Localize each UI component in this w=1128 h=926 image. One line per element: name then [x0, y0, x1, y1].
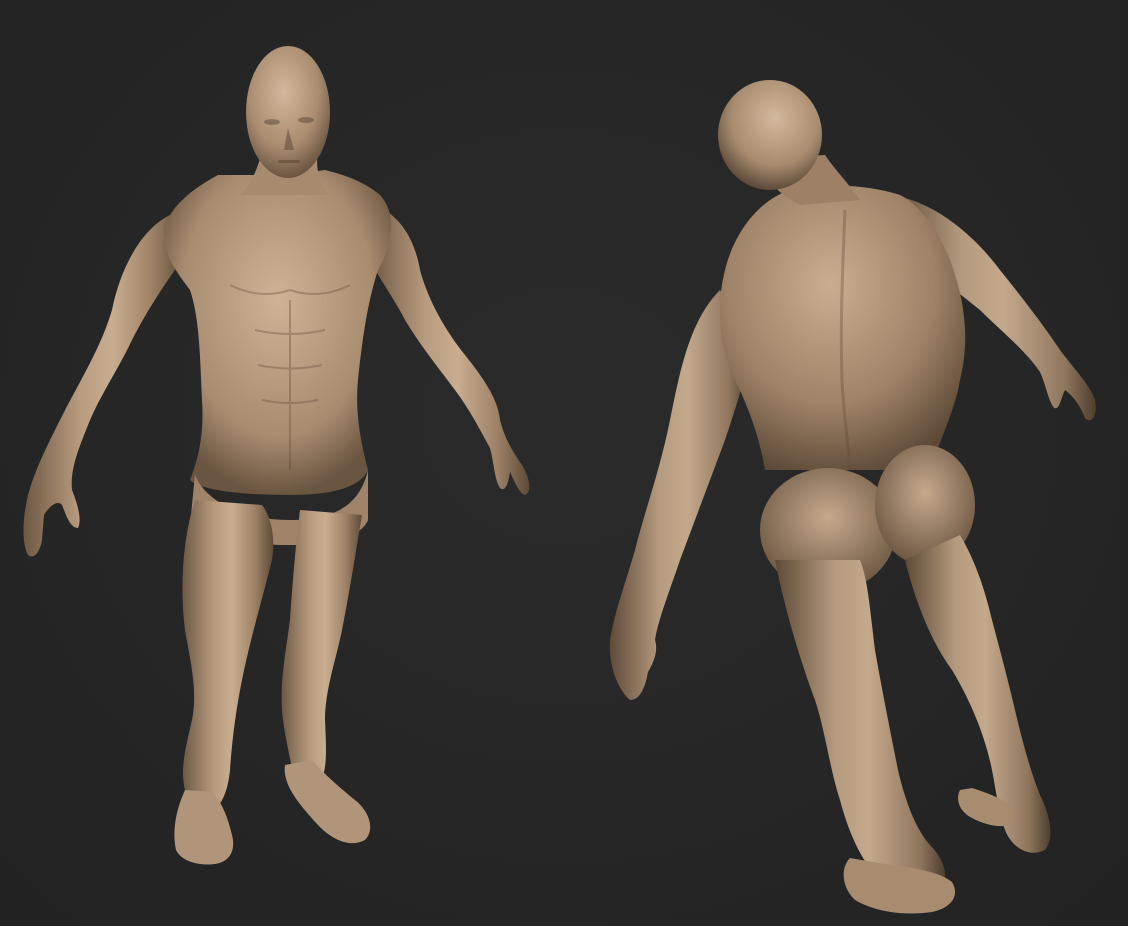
back-left-leg [775, 560, 946, 895]
front-right-leg [281, 510, 362, 786]
front-head [246, 46, 330, 178]
front-right-foot [284, 760, 371, 844]
back-head [718, 80, 822, 190]
back-view-figure[interactable] [560, 0, 1128, 926]
front-left-leg [182, 500, 274, 811]
front-figure-icon [23, 46, 530, 865]
back-figure-icon [609, 80, 1096, 914]
sculpt-viewport[interactable] [0, 0, 1128, 926]
front-left-arm [23, 215, 185, 557]
front-view-figure[interactable] [0, 0, 560, 926]
front-right-arm [370, 205, 530, 495]
front-left-foot [174, 790, 234, 865]
